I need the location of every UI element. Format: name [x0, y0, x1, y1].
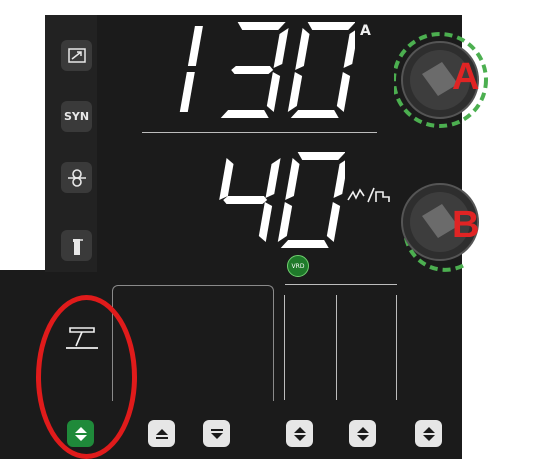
select-button-5[interactable]	[349, 420, 376, 447]
vrd-label: VRD	[291, 262, 305, 270]
select-button-4[interactable]	[286, 420, 313, 447]
divider-3	[396, 295, 397, 400]
secondary-readout: 40	[200, 150, 345, 248]
current-value-text: 130	[150, 20, 152, 21]
gas-bottle-icon[interactable]	[61, 230, 92, 261]
select-button-6[interactable]	[415, 420, 442, 447]
up-down-icon	[422, 426, 435, 441]
syn-label: SYN	[63, 110, 90, 123]
display-divider	[142, 132, 377, 133]
loop-icon[interactable]	[61, 162, 92, 193]
divider-2	[336, 295, 337, 400]
eject-down-icon	[210, 428, 223, 439]
arrow-ramp-icon[interactable]	[61, 40, 92, 71]
down-button[interactable]	[203, 420, 230, 447]
arc-force-icon	[347, 187, 390, 203]
divider-1	[284, 295, 285, 400]
vrd-indicator: VRD	[287, 255, 309, 277]
right-frame-top	[285, 284, 397, 285]
syn-button[interactable]: SYN	[61, 101, 92, 132]
process-select-button[interactable]	[67, 420, 94, 447]
up-down-icon	[74, 426, 87, 441]
current-unit: A	[360, 23, 371, 39]
up-button[interactable]	[148, 420, 175, 447]
up-down-icon	[356, 426, 369, 441]
knob-a-label: A	[452, 56, 480, 98]
secondary-value-text: 40	[200, 150, 202, 151]
eject-up-icon	[155, 428, 168, 439]
current-readout: 130	[150, 20, 355, 118]
knob-b-label: B	[452, 204, 480, 246]
up-down-icon	[293, 426, 306, 441]
